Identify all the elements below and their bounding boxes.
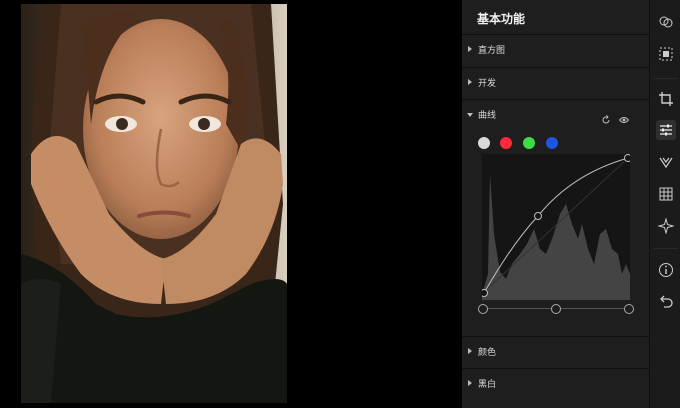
section-label: 黑白 xyxy=(478,380,497,390)
chevron-right-icon xyxy=(468,46,472,52)
reset-icon[interactable] xyxy=(601,110,611,124)
channel-red-swatch[interactable] xyxy=(500,137,512,149)
panel-title: 基本功能 xyxy=(477,12,526,26)
undo-icon[interactable] xyxy=(658,294,674,310)
chevron-right-icon xyxy=(468,380,472,386)
section-color[interactable]: 颜色 xyxy=(462,336,649,369)
adjust-sliders-icon[interactable] xyxy=(656,120,676,140)
info-icon[interactable] xyxy=(658,262,674,278)
curve-point[interactable] xyxy=(480,289,488,297)
magic-sparkle-icon[interactable] xyxy=(658,218,674,234)
filter-icon[interactable] xyxy=(658,186,674,202)
chevron-right-icon xyxy=(468,348,472,354)
overlay-circles-icon[interactable] xyxy=(658,14,674,30)
slider-knob-mid[interactable] xyxy=(551,304,561,314)
channel-rgb-swatch[interactable] xyxy=(478,137,490,149)
tool-bar xyxy=(649,0,680,408)
auto-enhance-icon[interactable] xyxy=(658,46,674,62)
section-black-white[interactable]: 黑白 xyxy=(462,368,649,401)
adjustments-panel: 基本功能 直方图 开发 曲线 颜色 黑白 xyxy=(462,0,649,408)
slider-knob-white[interactable] xyxy=(624,304,634,314)
curve-editor[interactable] xyxy=(480,154,632,300)
section-histogram[interactable]: 直方图 xyxy=(462,34,649,67)
crop-icon[interactable] xyxy=(658,91,674,107)
chevron-down-icon xyxy=(467,113,473,117)
eye-icon[interactable] xyxy=(618,110,630,123)
slider-knob-black[interactable] xyxy=(478,304,488,314)
heal-icon[interactable] xyxy=(658,154,674,170)
channel-blue-swatch[interactable] xyxy=(546,137,558,149)
section-label: 曲线 xyxy=(478,111,497,121)
channel-green-swatch[interactable] xyxy=(523,137,535,149)
section-label: 颜色 xyxy=(478,348,497,358)
portrait-image xyxy=(21,4,287,403)
chevron-right-icon xyxy=(468,79,472,85)
photo-canvas[interactable] xyxy=(21,4,287,403)
section-label: 开发 xyxy=(478,79,497,89)
curve-point[interactable] xyxy=(624,154,632,162)
curve-point[interactable] xyxy=(534,212,542,220)
section-develop[interactable]: 开发 xyxy=(462,67,649,100)
section-label: 直方图 xyxy=(478,46,506,56)
